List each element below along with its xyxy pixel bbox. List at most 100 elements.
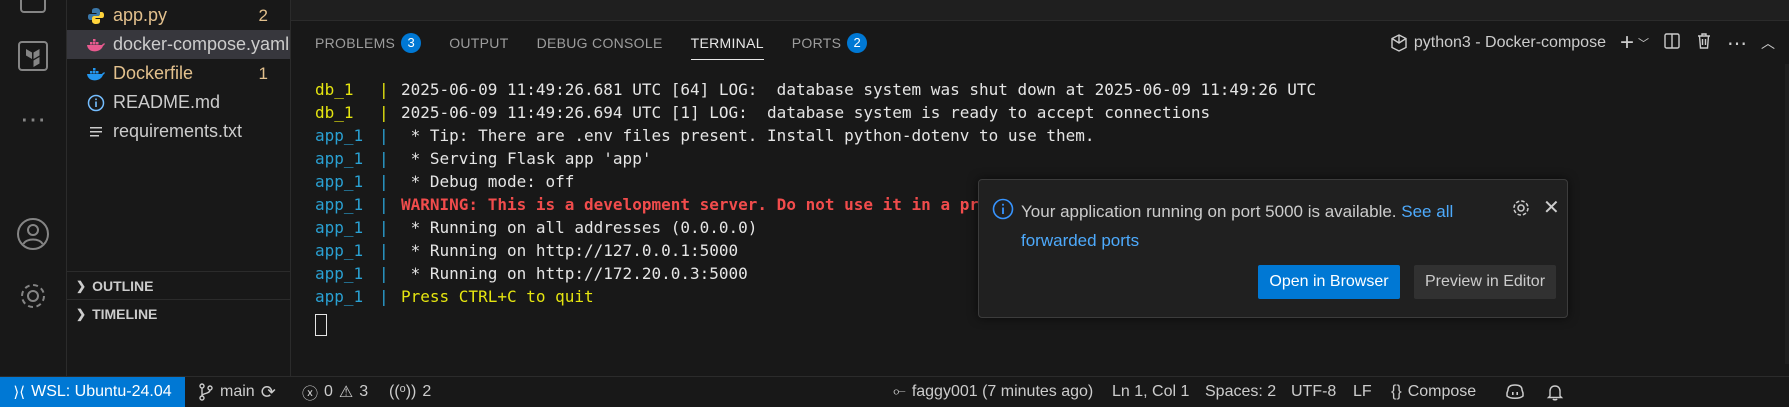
tab-terminal[interactable]: TERMINAL	[690, 30, 764, 60]
terraform-icon[interactable]	[0, 38, 66, 74]
error-count: 0	[324, 383, 333, 400]
notifications-bell-icon[interactable]	[1546, 377, 1564, 407]
service-name: app_1	[315, 149, 364, 168]
log-warning: WARNING: This is a development server. D…	[401, 195, 979, 214]
tab-label: DEBUG CONSOLE	[536, 35, 663, 51]
separator: |	[379, 264, 389, 283]
broadcast-icon: ((ᵒ))	[389, 383, 417, 400]
explorer-sidebar: app.py 2 docker-compose.yaml Dockerfile …	[67, 0, 291, 376]
python-file-icon	[85, 7, 107, 25]
remote-label: WSL: Ubuntu-24.04	[31, 383, 172, 400]
separator: |	[379, 241, 389, 260]
source-control-icon[interactable]	[0, 0, 66, 14]
notification-message: Your application running on port 5000 is…	[1021, 197, 1471, 255]
sync-icon: ⟳	[260, 381, 276, 402]
ports-count-badge: 2	[847, 33, 868, 53]
terminal-scrollbar[interactable]	[1785, 64, 1789, 364]
notification-gear-icon[interactable]	[1511, 198, 1531, 223]
trash-icon[interactable]	[1695, 32, 1713, 55]
port-forward-notification: Your application running on port 5000 is…	[978, 179, 1568, 318]
indentation-indicator[interactable]: Spaces: 2	[1205, 377, 1276, 407]
tab-problems[interactable]: PROBLEMS 3	[315, 30, 422, 56]
editor-area-edge	[291, 0, 1789, 21]
problem-count-badge: 1	[258, 63, 268, 83]
ports-count: 2	[422, 383, 432, 400]
terminal-selector[interactable]: python3 - Docker-compose	[1390, 34, 1606, 52]
tab-ports[interactable]: PORTS 2	[791, 30, 868, 56]
info-icon	[85, 94, 107, 112]
more-actions-icon[interactable]: ⋯	[1727, 31, 1747, 56]
copilot-icon[interactable]	[1505, 377, 1525, 407]
service-name: app_1	[315, 264, 364, 283]
terminal-line: app_1 | * Serving Flask app 'app'	[315, 147, 1316, 170]
service-name: db_1	[315, 80, 354, 99]
tab-label: PORTS	[791, 35, 842, 51]
account-icon[interactable]	[0, 214, 66, 254]
terminal-line: app_1 | * Tip: There are .env files prese…	[315, 124, 1316, 147]
tab-output[interactable]: OUTPUT	[449, 30, 508, 56]
panel-tabs: PROBLEMS 3 OUTPUT DEBUG CONSOLE TERMINAL…	[315, 30, 868, 60]
file-docker-compose-yaml[interactable]: docker-compose.yaml	[67, 30, 290, 59]
branch-name: main	[220, 383, 255, 400]
ports-indicator[interactable]: ((ᵒ)) 2	[389, 377, 431, 407]
commit-icon: ⟜	[893, 383, 906, 400]
separator: |	[379, 126, 389, 145]
container-icon	[1391, 34, 1407, 52]
timeline-section-header[interactable]: ❯ TIMELINE	[67, 299, 290, 328]
encoding-indicator[interactable]: UTF-8	[1291, 377, 1336, 407]
log-message: 2025-06-09 11:49:26.681 UTC [64] LOG: da…	[401, 80, 1317, 99]
file-requirements-txt[interactable]: requirements.txt	[67, 117, 290, 146]
info-icon	[992, 198, 1014, 225]
docker-compose-icon	[85, 37, 107, 53]
outline-label: OUTLINE	[92, 278, 154, 294]
log-message: 2025-06-09 11:49:26.694 UTC [1] LOG: dat…	[401, 103, 1211, 122]
separator: |	[379, 149, 389, 168]
service-name: app_1	[315, 172, 364, 191]
language-mode[interactable]: {} Compose	[1391, 377, 1476, 407]
chevron-right-icon: ❯	[76, 279, 87, 293]
new-terminal-plus-icon[interactable]: +	[1620, 29, 1634, 57]
file-readme-md[interactable]: README.md	[67, 88, 290, 117]
forwarded-ports-link[interactable]: forwarded ports	[1021, 231, 1139, 250]
service-name: db_1	[315, 103, 354, 122]
tab-label: TERMINAL	[690, 35, 764, 51]
see-all-link[interactable]: See all	[1401, 202, 1453, 221]
log-message: * Debug mode: off	[401, 172, 575, 191]
panel-actions: python3 - Docker-compose + ﹀ ⋯ ︿	[1390, 29, 1775, 57]
terminal-line: db_1 | 2025-06-09 11:49:26.681 UTC [64] LO…	[315, 78, 1316, 101]
log-message: * Serving Flask app 'app'	[401, 149, 652, 168]
preview-in-editor-button[interactable]: Preview in Editor	[1414, 265, 1556, 299]
service-name: app_1	[315, 218, 364, 237]
gear-icon[interactable]	[0, 278, 66, 314]
warning-count: 3	[359, 383, 369, 400]
file-app-py[interactable]: app.py 2	[67, 1, 290, 30]
chevron-right-icon: ❯	[76, 307, 87, 321]
warning-icon: ⚠	[338, 384, 354, 401]
eol-indicator[interactable]: LF	[1353, 377, 1372, 407]
close-icon[interactable]: ✕	[1543, 195, 1560, 220]
problems-indicator[interactable]: ⓧ 0 ⚠ 3	[302, 377, 368, 407]
notification-text: Your application running on port 5000 is…	[1021, 202, 1397, 221]
service-name: app_1	[315, 241, 364, 260]
branch-indicator[interactable]: main ⟳	[198, 377, 276, 407]
split-terminal-icon[interactable]	[1663, 32, 1681, 55]
language-label: Compose	[1407, 383, 1477, 400]
chevron-down-icon[interactable]: ﹀	[1638, 35, 1649, 51]
problem-count-badge: 2	[258, 5, 268, 25]
terminal-cursor	[315, 314, 327, 336]
remote-indicator[interactable]: ⟩⟨ WSL: Ubuntu-24.04	[0, 377, 185, 407]
file-dockerfile[interactable]: Dockerfile 1	[67, 59, 290, 88]
error-icon: ⓧ	[302, 386, 319, 403]
tab-debug-console[interactable]: DEBUG CONSOLE	[537, 30, 663, 56]
cursor-position[interactable]: Ln 1, Col 1	[1112, 377, 1189, 407]
file-name: Dockerfile	[113, 63, 194, 83]
maximize-panel-icon[interactable]: ︿	[1761, 33, 1775, 53]
log-message: * Running on all addresses (0.0.0.0)	[401, 218, 758, 237]
git-blame-indicator[interactable]: ⟜ faggy001 (7 minutes ago)	[893, 377, 1093, 407]
more-icon[interactable]: ⋯	[0, 104, 66, 134]
outline-section-header[interactable]: ❯ OUTLINE	[67, 271, 290, 300]
open-in-browser-button[interactable]: Open in Browser	[1258, 265, 1400, 299]
log-message: * Tip: There are .env files present. Ins…	[401, 126, 1095, 145]
log-message: Press CTRL+C to quit	[401, 287, 594, 306]
problems-count-badge: 3	[401, 33, 422, 53]
